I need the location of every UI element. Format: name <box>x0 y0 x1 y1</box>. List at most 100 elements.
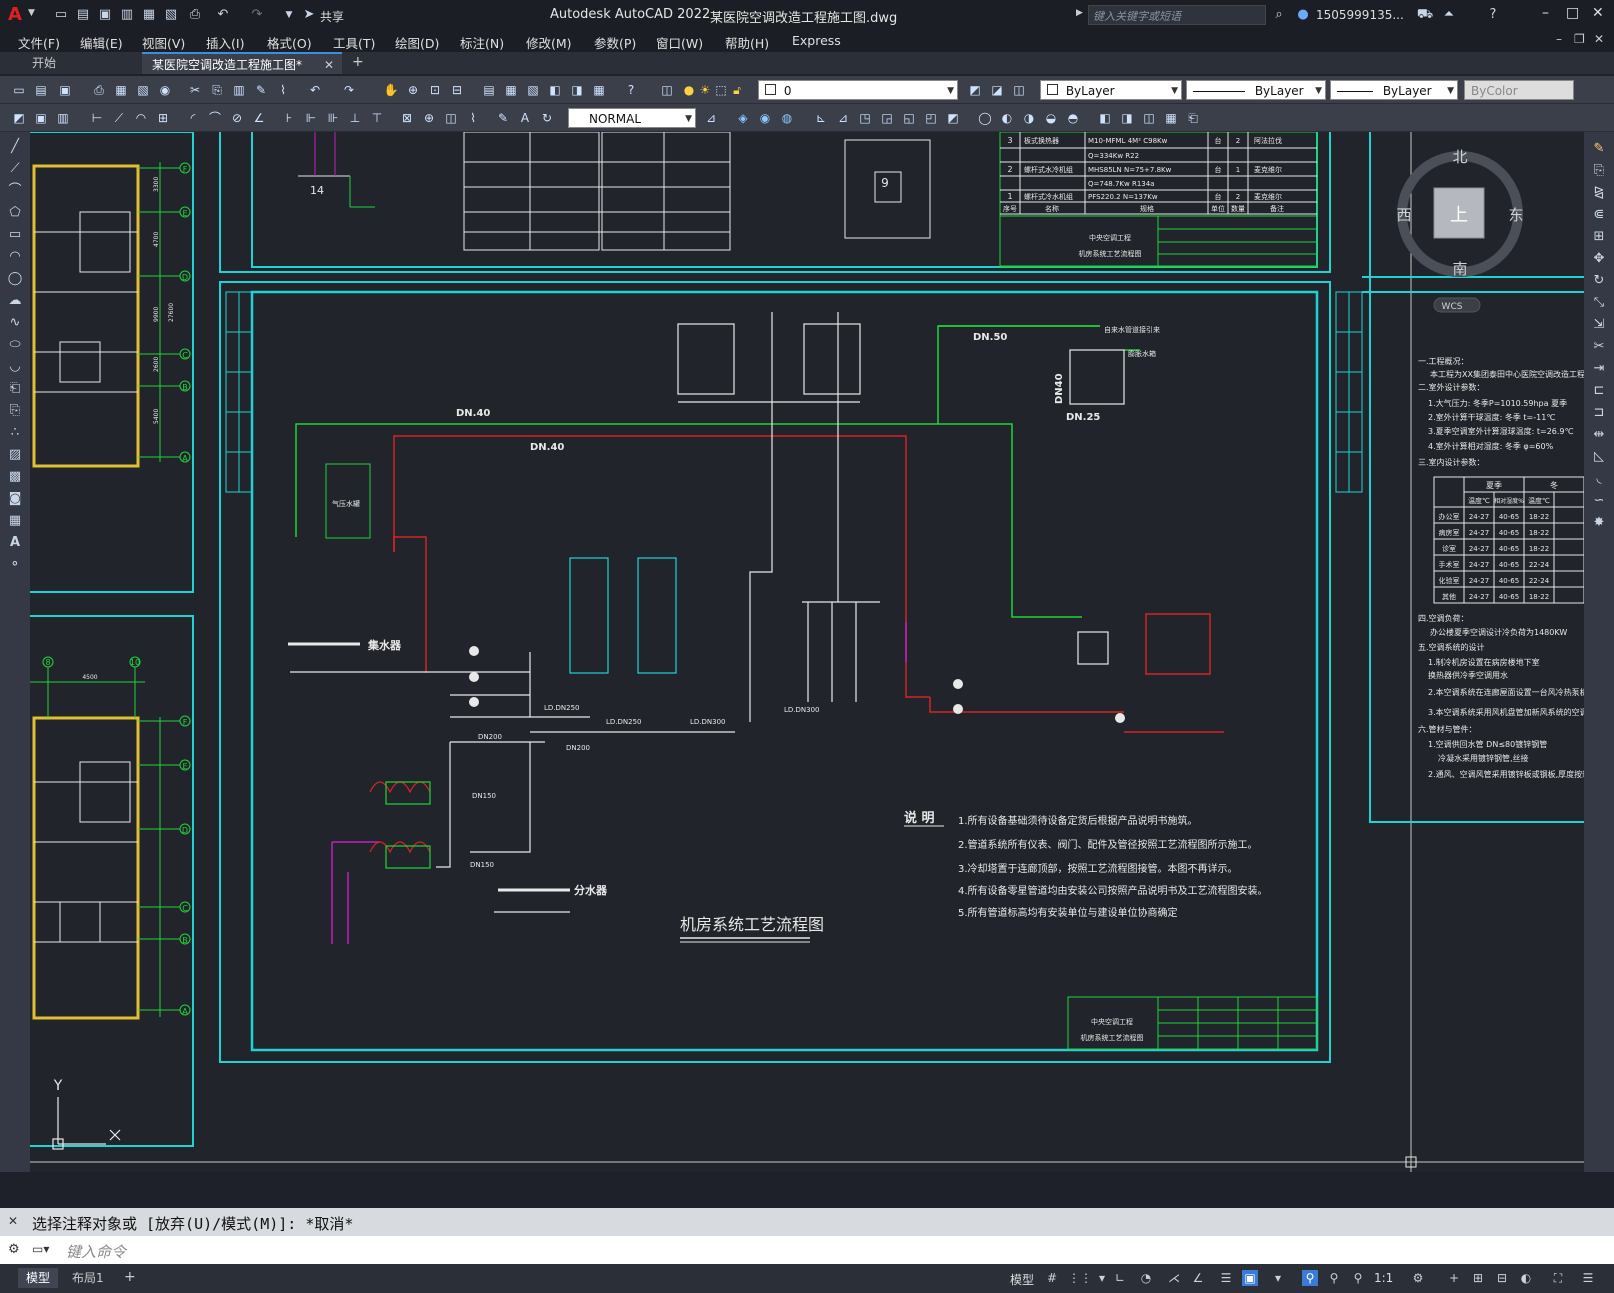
preview-icon[interactable]: ▦ <box>112 81 130 99</box>
menu-modify[interactable]: 修改(M) <box>526 33 572 52</box>
workspace-icon[interactable]: ⚙ <box>1410 1270 1426 1286</box>
pan-icon[interactable]: ✋ <box>382 81 400 99</box>
join-icon[interactable]: ⇹ <box>1590 426 1608 444</box>
dimstyle-dropdown[interactable]: NORMAL ▼ <box>568 108 696 128</box>
paste-icon[interactable]: ▥ <box>230 81 248 99</box>
menu-view[interactable]: 视图(V) <box>142 33 185 52</box>
layer-previous-icon[interactable]: ◪ <box>988 81 1006 99</box>
help-icon[interactable]: ? <box>1484 6 1502 24</box>
visual-style-shaded-icon[interactable]: ◓ <box>1064 109 1082 127</box>
angular-dim-icon[interactable]: ∠ <box>250 109 268 127</box>
tab-start[interactable]: 开始 <box>22 52 142 74</box>
new-tab-button[interactable]: + <box>352 54 364 70</box>
insert-block-icon[interactable]: ⎗ <box>6 380 24 398</box>
drawing-canvas[interactable]: F E D C B A 3300 4700 9900 27600 2600 54… <box>30 132 1584 1172</box>
move-icon[interactable]: ✥ <box>1590 250 1608 268</box>
publish-icon[interactable]: ▧ <box>134 81 152 99</box>
ucs-world-icon[interactable]: ⊿ <box>834 109 852 127</box>
user-icon[interactable]: ● <box>1294 6 1312 24</box>
point-icon[interactable]: ∴ <box>6 424 24 442</box>
make-current-icon[interactable]: ◩ <box>966 81 984 99</box>
layer-states-icon[interactable]: ◫ <box>1010 81 1028 99</box>
ungroup-icon[interactable]: ▥ <box>54 109 72 127</box>
doc-close-button[interactable]: ✕ <box>1594 32 1604 46</box>
help-icon[interactable]: ? <box>622 81 640 99</box>
menu-tools[interactable]: 工具(T) <box>333 33 375 52</box>
diameter-dim-icon[interactable]: ⊘ <box>228 109 246 127</box>
zoom-previous-icon[interactable]: ⊟ <box>448 81 466 99</box>
cut-icon[interactable]: ✂ <box>186 81 204 99</box>
make-block-icon[interactable]: ◨ <box>1118 109 1136 127</box>
ortho-icon[interactable]: ∟ <box>1112 1270 1128 1286</box>
menu-dimension[interactable]: 标注(N) <box>460 33 504 52</box>
command-line[interactable]: ⚙ ▭▾ 键入命令 <box>0 1236 1614 1264</box>
redo-icon[interactable]: ↷ <box>248 6 266 24</box>
color-dropdown[interactable]: ByLayer ▼ <box>1040 80 1182 100</box>
visual-style-realistic-icon[interactable]: ◑ <box>1020 109 1038 127</box>
linear-dim-icon[interactable]: ⊢ <box>88 109 106 127</box>
lineweight-icon[interactable]: ☰ <box>1218 1270 1234 1286</box>
stretch-icon[interactable]: ⇲ <box>1590 316 1608 334</box>
close-button[interactable]: ✕ <box>1592 5 1604 21</box>
zoom-window-icon[interactable]: ⊡ <box>426 81 444 99</box>
tolerance-icon[interactable]: ⊠ <box>398 109 416 127</box>
ucs-origin-icon[interactable]: ◳ <box>856 109 874 127</box>
user-name[interactable]: 1505999135... <box>1316 8 1404 22</box>
arc-icon[interactable]: ◠ <box>6 248 24 266</box>
maximize-button[interactable]: □ <box>1566 5 1579 21</box>
menu-file[interactable]: 文件(F) <box>18 33 60 52</box>
circle-icon[interactable]: ◯ <box>6 270 24 288</box>
ucs-y-icon[interactable]: ◱ <box>900 109 918 127</box>
visual-style-wire-icon[interactable]: ◯ <box>976 109 994 127</box>
doc-restore-button[interactable]: ❐ <box>1574 32 1585 46</box>
inspection-icon[interactable]: ◫ <box>442 109 460 127</box>
construction-line-icon[interactable]: ⟋ <box>6 160 24 178</box>
gradient-icon[interactable]: ▩ <box>6 468 24 486</box>
aligned-dim-icon[interactable]: ⟋ <box>110 109 128 127</box>
selection-cycling-icon[interactable]: ▾ <box>1270 1270 1286 1286</box>
quick-properties-icon[interactable]: ⊟ <box>1494 1270 1510 1286</box>
layer-dropdown[interactable]: 0 ▼ <box>758 80 958 100</box>
layer-lock-icon[interactable]: 🔓︎ <box>728 81 746 99</box>
dim-edit-icon[interactable]: ✎ <box>494 109 512 127</box>
search-expand-icon[interactable]: ▶ <box>1076 8 1083 18</box>
print-icon[interactable]: ⎙ <box>90 81 108 99</box>
menu-parametric[interactable]: 参数(P) <box>594 33 636 52</box>
transparency-icon[interactable]: ▣ <box>1242 1270 1258 1286</box>
chamfer-icon[interactable]: ◺ <box>1590 448 1608 466</box>
auto-scale-icon[interactable]: ⚲ <box>1326 1270 1342 1286</box>
line-icon[interactable]: ╱ <box>6 138 24 156</box>
break-icon[interactable]: ⊐ <box>1590 404 1608 422</box>
fullscreen-icon[interactable]: ⛶ <box>1550 1270 1566 1286</box>
ucs-z-icon[interactable]: ◰ <box>922 109 940 127</box>
xref-icon[interactable]: ◫ <box>1140 109 1158 127</box>
offset-icon[interactable]: ⋐ <box>1590 206 1608 224</box>
menu-express[interactable]: Express <box>792 33 841 48</box>
blend-icon[interactable]: ∽ <box>1590 492 1608 510</box>
zoom-realtime-icon[interactable]: ⊕ <box>404 81 422 99</box>
annotation-scale-value[interactable]: 1:1 <box>1374 1271 1393 1285</box>
dim-text-edit-icon[interactable]: A <box>516 109 534 127</box>
insert-block-icon[interactable]: ◧ <box>1096 109 1114 127</box>
model-space-label[interactable]: 模型 <box>1010 1271 1034 1288</box>
layer-properties-icon[interactable]: ◫ <box>658 81 676 99</box>
arc-length-icon[interactable]: ◠ <box>132 109 150 127</box>
erase-icon[interactable]: ✎ <box>1590 140 1608 158</box>
spline-icon[interactable]: ∿ <box>6 314 24 332</box>
search-input[interactable]: 键入关键字或短语 <box>1088 5 1266 25</box>
sheet-set-icon[interactable]: ◧ <box>546 81 564 99</box>
ucs-view-icon[interactable]: ◩ <box>944 109 962 127</box>
menu-edit[interactable]: 编辑(E) <box>80 33 123 52</box>
ellipse-icon[interactable]: ⬭ <box>6 336 24 354</box>
menu-draw[interactable]: 绘图(D) <box>395 33 439 52</box>
open-icon[interactable]: ▤ <box>32 81 50 99</box>
plot-icon[interactable]: ⎙ <box>186 6 204 24</box>
center-mark-icon[interactable]: ⊕ <box>420 109 438 127</box>
units-icon[interactable]: ⊞ <box>1470 1270 1486 1286</box>
tab-close-icon[interactable]: ✕ <box>324 54 334 76</box>
minimize-button[interactable]: – <box>1542 5 1549 21</box>
annotation-scale-icon[interactable]: ⚲ <box>1350 1270 1366 1286</box>
attach-icon[interactable]: ⎗ <box>1184 109 1202 127</box>
polar-icon[interactable]: ◔ <box>1138 1270 1154 1286</box>
tab-model[interactable]: 模型 <box>18 1268 59 1288</box>
